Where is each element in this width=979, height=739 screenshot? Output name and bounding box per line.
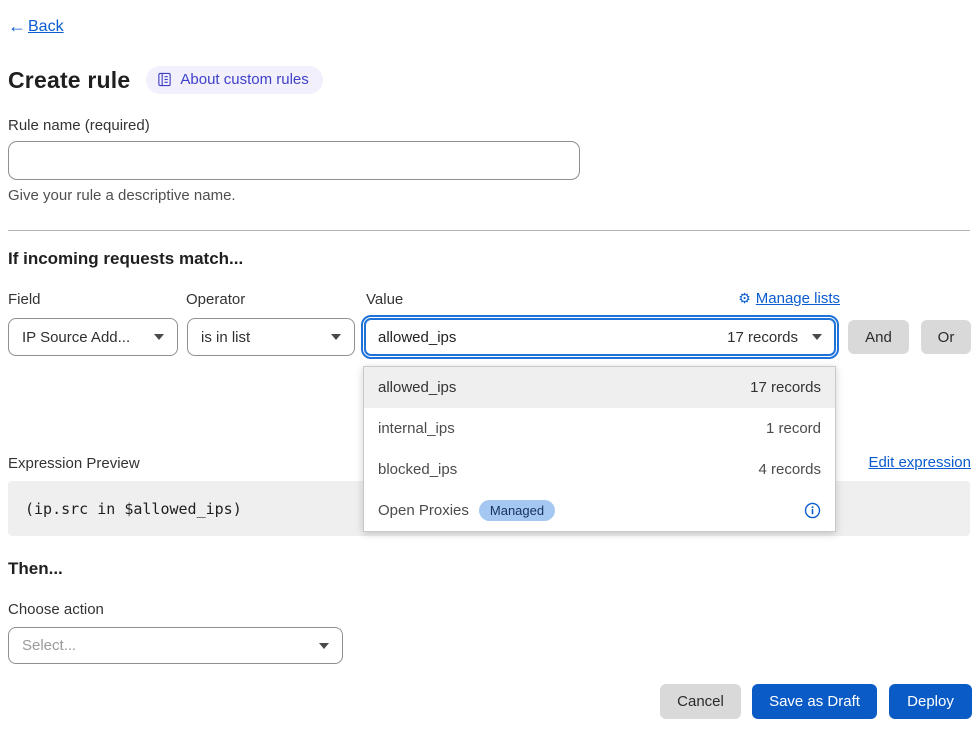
list-item-name: Open Proxies: [378, 502, 469, 519]
list-item-meta: 4 records: [758, 461, 821, 478]
chevron-down-icon: [154, 334, 164, 340]
field-select-value: IP Source Add...: [22, 329, 130, 346]
list-item-meta: 17 records: [750, 379, 821, 396]
list-item-allowed-ips[interactable]: allowed_ips 17 records: [364, 367, 835, 408]
chevron-down-icon: [812, 334, 822, 340]
list-item-meta: 1 record: [766, 420, 821, 437]
field-label: Field: [8, 291, 41, 308]
rule-name-helper: Give your rule a descriptive name.: [8, 187, 236, 204]
then-section-heading: Then...: [8, 559, 63, 579]
list-item-blocked-ips[interactable]: blocked_ips 4 records: [364, 449, 835, 490]
chevron-down-icon: [319, 643, 329, 649]
list-item-open-proxies[interactable]: Open Proxies Managed: [364, 490, 835, 531]
expression-preview-label: Expression Preview: [8, 455, 140, 472]
edit-expression-link[interactable]: Edit expression: [868, 454, 971, 471]
manage-lists-label: Manage lists: [756, 290, 840, 307]
save-as-draft-button[interactable]: Save as Draft: [752, 684, 877, 719]
operator-select[interactable]: is in list: [187, 318, 355, 356]
and-button[interactable]: And: [848, 320, 909, 354]
value-select-value: allowed_ips: [378, 329, 456, 346]
cancel-button[interactable]: Cancel: [660, 684, 741, 719]
page-title: Create rule: [8, 67, 130, 94]
book-icon: [157, 72, 172, 87]
rule-name-label: Rule name (required): [8, 117, 150, 134]
operator-select-value: is in list: [201, 329, 250, 346]
or-button[interactable]: Or: [921, 320, 971, 354]
about-custom-rules-link[interactable]: About custom rules: [146, 66, 322, 94]
action-select-placeholder: Select...: [22, 637, 76, 654]
rule-name-input[interactable]: [8, 141, 580, 180]
action-select[interactable]: Select...: [8, 627, 343, 664]
manage-lists-link[interactable]: ⚙ Manage lists: [738, 290, 840, 307]
about-pill-label: About custom rules: [180, 71, 308, 88]
section-divider: [8, 230, 970, 231]
gear-icon: ⚙: [738, 290, 751, 307]
managed-badge: Managed: [479, 500, 555, 521]
list-item-name: blocked_ips: [378, 461, 457, 478]
list-item-name: allowed_ips: [378, 379, 456, 396]
chevron-down-icon: [331, 334, 341, 340]
back-arrow-icon: ←: [8, 16, 26, 37]
title-row: Create rule About custom rules: [8, 66, 323, 94]
back-link[interactable]: ← Back: [8, 16, 64, 37]
value-select-records: 17 records: [727, 329, 798, 346]
choose-action-label: Choose action: [8, 601, 104, 618]
list-item-name: internal_ips: [378, 420, 455, 437]
deploy-button[interactable]: Deploy: [889, 684, 972, 719]
list-dropdown-menu: allowed_ips 17 records internal_ips 1 re…: [363, 366, 836, 532]
value-label: Value: [366, 291, 403, 308]
operator-label: Operator: [186, 291, 245, 308]
back-link-label: Back: [28, 18, 64, 36]
list-item-internal-ips[interactable]: internal_ips 1 record: [364, 408, 835, 449]
expression-code: (ip.src in $allowed_ips): [25, 500, 242, 518]
info-icon[interactable]: [804, 502, 821, 519]
value-select[interactable]: allowed_ips 17 records: [364, 318, 836, 356]
match-section-heading: If incoming requests match...: [8, 249, 243, 269]
field-select[interactable]: IP Source Add...: [8, 318, 178, 356]
